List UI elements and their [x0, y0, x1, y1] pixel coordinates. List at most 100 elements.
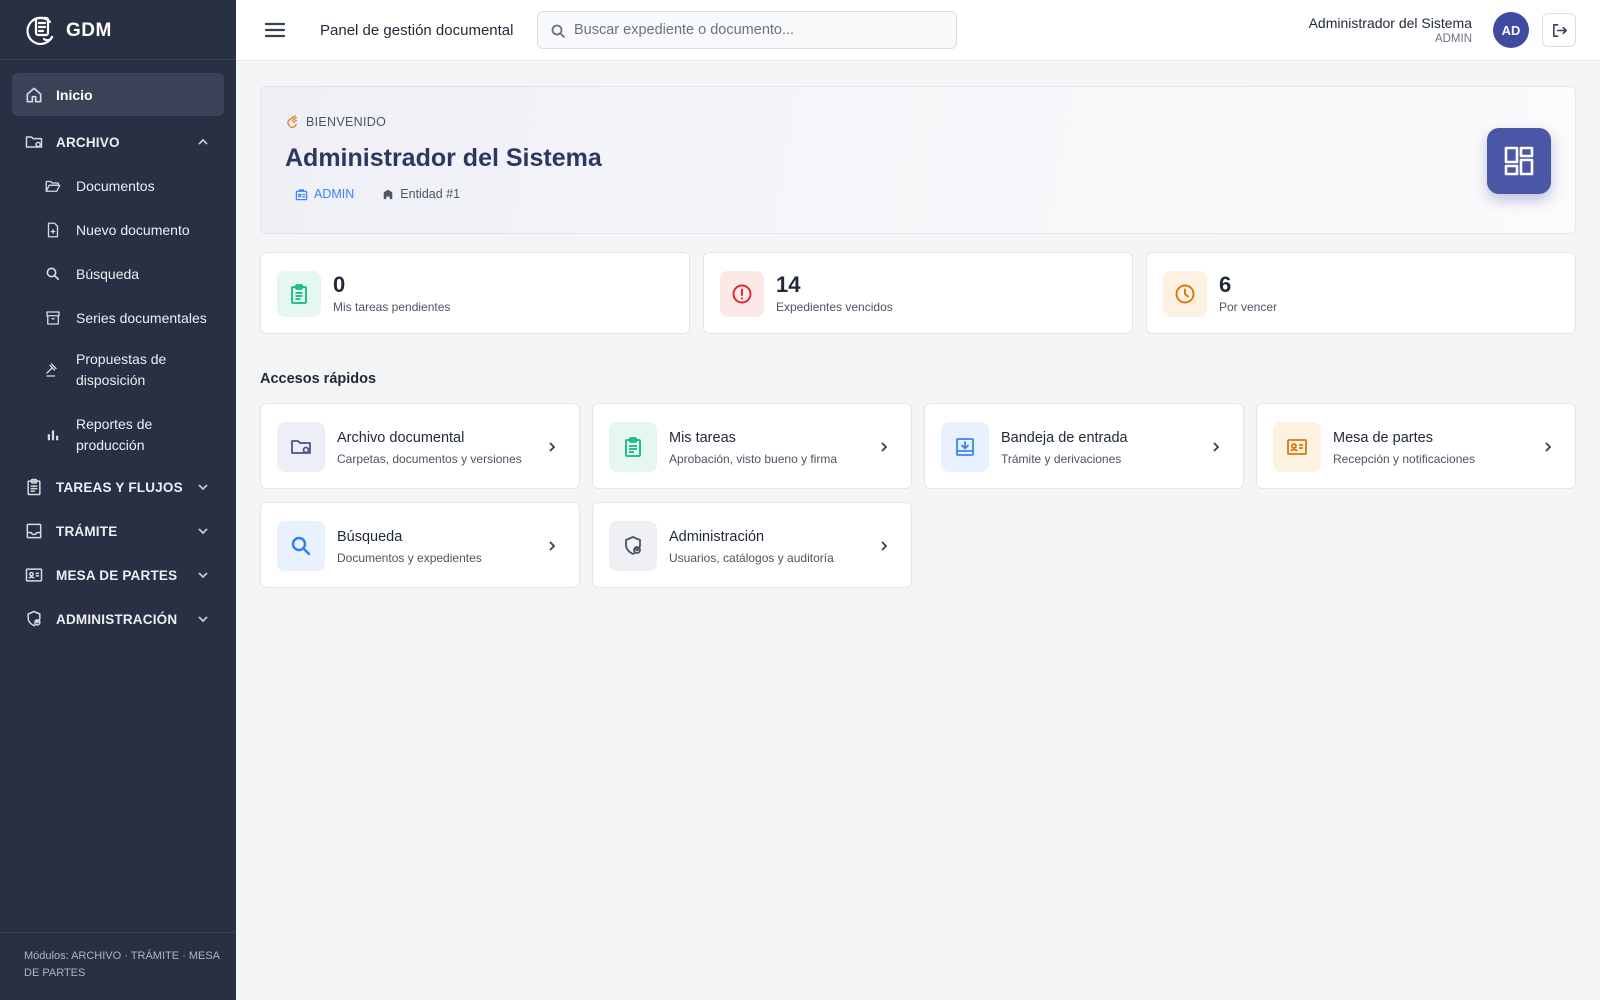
quick-access-bandeja-entrada[interactable]: Bandeja de entrada Trámite y derivacione… [924, 403, 1244, 489]
sidebar: GDM Inicio ARCHIVO Documentos Nuevo docu… [0, 0, 236, 1000]
qa-title: Bandeja de entrada [1001, 430, 1128, 446]
search-icon [291, 536, 311, 556]
stat-value: 14 [776, 272, 801, 297]
archive-box-icon [44, 309, 62, 327]
sidebar-item-inicio[interactable]: Inicio [12, 73, 224, 116]
building-icon [382, 188, 394, 200]
gdm-logo-icon [24, 13, 58, 49]
quick-access-busqueda[interactable]: Búsqueda Documentos y expedientes [260, 502, 580, 588]
qa-title: Mis tareas [669, 430, 736, 446]
sidebar-item-propuestas-disposicion[interactable]: Propuestas de disposición [12, 346, 224, 394]
chevron-down-icon [196, 568, 210, 582]
welcome-title: Administrador del Sistema [285, 144, 602, 172]
qa-icon-box [609, 422, 657, 472]
qa-subtitle: Carpetas, documentos y versiones [337, 452, 522, 466]
chevron-right-icon [545, 440, 559, 454]
alert-circle-icon [732, 284, 752, 304]
sidebar-group-tareas-flujos[interactable]: TAREAS Y FLUJOS [12, 471, 224, 503]
sidebar-item-reportes-produccion[interactable]: Reportes de producción [12, 411, 224, 459]
chevron-right-icon [545, 539, 559, 553]
page-title: Panel de gestión documental [320, 22, 514, 39]
bar-chart-icon [44, 426, 62, 444]
role-label: ADMIN [314, 187, 355, 201]
divider [0, 59, 236, 60]
stat-label: Mis tareas pendientes [333, 300, 451, 314]
welcome-card: BIENVENIDO Administrador del Sistema ADM… [260, 86, 1576, 234]
sidebar-item-series-documentales[interactable]: Series documentales [12, 302, 224, 334]
quick-access-mis-tareas[interactable]: Mis tareas Aprobación, visto bueno y fir… [592, 403, 912, 489]
clipboard-icon [291, 284, 307, 304]
brand[interactable]: GDM [24, 12, 112, 50]
chevron-up-icon [196, 135, 210, 149]
user-name: Administrador del Sistema [1308, 15, 1472, 31]
folder-gear-icon [24, 132, 44, 152]
stat-label: Por vencer [1219, 300, 1278, 314]
sidebar-group-archivo[interactable]: ARCHIVO [12, 126, 224, 158]
stat-value: 6 [1219, 272, 1232, 297]
inbox-download-icon [956, 438, 974, 456]
brand-name: GDM [66, 20, 112, 41]
contact-card-icon [1287, 439, 1307, 455]
stat-label: Expedientes vencidos [776, 300, 893, 314]
search-box [537, 11, 957, 49]
sidebar-item-label: TRÁMITE [56, 523, 118, 539]
sidebar-item-label: MESA DE PARTES [56, 567, 178, 583]
home-icon [24, 85, 44, 105]
qa-title: Administración [669, 529, 765, 545]
sidebar-item-label: ARCHIVO [56, 134, 120, 150]
chevron-down-icon [196, 480, 210, 494]
logout-icon [1553, 24, 1567, 37]
qa-icon-box [277, 521, 325, 571]
stat-icon-box [277, 271, 321, 317]
folder-open-icon [44, 177, 62, 195]
clipboard-list-icon [24, 477, 44, 497]
quick-access-mesa-partes[interactable]: Mesa de partes Recepción y notificacione… [1256, 403, 1576, 489]
quick-access-archivo-documental[interactable]: Archivo documental Carpetas, documentos … [260, 403, 580, 489]
chevron-right-icon [877, 539, 891, 553]
sidebar-item-nuevo-documento[interactable]: Nuevo documento [12, 214, 224, 246]
qa-icon-box [609, 521, 657, 571]
sidebar-item-label: Reportes de producción [76, 416, 153, 453]
stat-card-expedientes-vencidos[interactable]: 14 Expedientes vencidos [703, 252, 1133, 334]
stat-card-tareas-pendientes[interactable]: 0 Mis tareas pendientes [260, 252, 690, 334]
sidebar-item-label: Búsqueda [76, 265, 140, 282]
sidebar-item-busqueda[interactable]: Búsqueda [12, 258, 224, 290]
wave-hand-icon [285, 114, 300, 129]
section-title: Accesos rápidos [260, 371, 377, 387]
menu-icon[interactable] [264, 20, 286, 40]
sidebar-group-administracion[interactable]: ADMINISTRACIÓN [12, 603, 224, 635]
qa-title: Búsqueda [337, 529, 403, 545]
chevron-right-icon [877, 440, 891, 454]
shield-user-icon [24, 609, 44, 629]
welcome-tag: BIENVENIDO [285, 114, 386, 129]
badge-icon [295, 188, 308, 201]
logout-button[interactable] [1542, 13, 1576, 47]
folder-gear-icon [291, 440, 311, 454]
quick-access-administracion[interactable]: Administración Usuarios, catálogos y aud… [592, 502, 912, 588]
sidebar-item-label: Propuestas de disposición [76, 351, 167, 388]
sidebar-item-documentos[interactable]: Documentos [12, 170, 224, 202]
avatar[interactable]: AD [1493, 12, 1529, 48]
qa-subtitle: Trámite y derivaciones [1001, 452, 1122, 466]
sidebar-item-label: Nuevo documento [76, 221, 190, 238]
user-role: ADMIN [1434, 33, 1472, 45]
entity-label: Entidad #1 [400, 187, 461, 201]
stat-icon-box [720, 271, 764, 317]
search-icon [550, 23, 566, 39]
qa-title: Archivo documental [337, 430, 465, 446]
entity-chip: Entidad #1 [382, 187, 460, 201]
qa-title: Mesa de partes [1333, 430, 1433, 446]
sidebar-group-mesa-partes[interactable]: MESA DE PARTES [12, 559, 224, 591]
dashboard-icon [1504, 146, 1534, 176]
search-input[interactable] [574, 12, 950, 48]
sidebar-footer: Módulos: ARCHIVO · TRÁMITE · MESA DE PAR… [24, 950, 220, 979]
stat-card-por-vencer[interactable]: 6 Por vencer [1146, 252, 1576, 334]
sidebar-item-label: Documentos [76, 177, 155, 194]
topbar: Panel de gestión documental Administrado… [236, 0, 1600, 61]
role-chip: ADMIN [295, 187, 354, 201]
qa-icon-box [941, 422, 989, 472]
sidebar-group-tramite[interactable]: TRÁMITE [12, 515, 224, 547]
sidebar-item-label: TAREAS Y FLUJOS [56, 479, 183, 495]
welcome-chips: ADMIN Entidad #1 [295, 187, 460, 201]
qa-subtitle: Aprobación, visto bueno y firma [669, 452, 838, 466]
